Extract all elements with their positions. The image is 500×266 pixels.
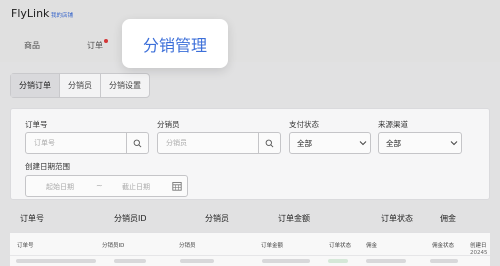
grid-header-commission-status: 佣金状态 — [432, 243, 455, 249]
brand-logo-text: FlyLink — [11, 7, 50, 20]
search-icon — [265, 139, 274, 147]
date-range-separator: ~ — [96, 181, 103, 190]
tab-distributors[interactable]: 分销员 — [60, 74, 101, 97]
redacted-order-amount — [262, 259, 310, 263]
column-header-distributor-id: 分销员ID — [114, 214, 147, 223]
my-store-link[interactable]: 我的店铺 — [51, 11, 73, 19]
tab-distribution-orders[interactable]: 分销订单 — [11, 74, 60, 97]
order-no-input[interactable]: 订单号 — [26, 138, 126, 148]
redacted-order-no — [16, 259, 96, 263]
redacted-commission-status — [430, 259, 458, 263]
distributor-label: 分销员 — [157, 120, 180, 129]
order-no-search-button[interactable] — [126, 133, 148, 153]
order-no-field: 订单号 — [25, 132, 149, 154]
distributor-field: 分销员 — [157, 132, 281, 154]
pay-status-label: 支付状态 — [289, 120, 319, 129]
grid-header-order-status: 订单状态 — [329, 243, 352, 249]
pay-status-select[interactable]: 全部 — [289, 132, 371, 154]
created-date-cell: 20245 — [470, 250, 488, 256]
calendar-icon — [172, 181, 182, 193]
sub-tabs: 分销订单 分销员 分销设置 — [10, 73, 150, 98]
order-no-label: 订单号 — [25, 120, 48, 129]
filter-panel: 订单号 订单号 分销员 分销员 支付状态 全部 来源渠道 全部 创建日期范围 起… — [10, 108, 490, 200]
nav-item-orders[interactable]: 订单 — [87, 40, 103, 51]
pay-status-value: 全部 — [297, 138, 312, 148]
grid-header-distributor-id: 分销员ID — [102, 243, 125, 249]
nav-item-products[interactable]: 商品 — [24, 40, 40, 51]
source-label: 来源渠道 — [378, 120, 408, 129]
distributor-search-button[interactable] — [258, 133, 280, 153]
date-range-label: 创建日期范围 — [25, 162, 70, 171]
column-header-distributor: 分销员 — [205, 214, 229, 223]
start-date-input[interactable]: 起始日期 — [46, 182, 74, 192]
orders-table: 订单号 分销员ID 分销员 订单金额 订单状态 佣金 佣金状态 创建日 2024… — [10, 232, 490, 266]
grid-header-created: 创建日 — [470, 243, 487, 249]
tab-distribution-settings[interactable]: 分销设置 — [101, 74, 149, 97]
redacted-distributor — [180, 259, 214, 263]
grid-header-order-amount: 订单金额 — [261, 243, 284, 249]
chevron-down-icon — [447, 140, 461, 146]
notification-dot — [104, 39, 108, 43]
column-header-order-no: 订单号 — [20, 214, 44, 223]
top-bar: FlyLink 我的店铺 商品 订单 — [0, 0, 500, 62]
date-range-picker[interactable]: 起始日期 ~ 截止日期 — [25, 175, 188, 197]
distribution-management-menu-item[interactable]: 分销管理 — [122, 19, 228, 68]
source-select[interactable]: 全部 — [378, 132, 462, 154]
grid-header-commission: 佣金 — [366, 243, 378, 249]
search-icon — [133, 139, 142, 147]
redacted-distributor-id — [114, 259, 146, 263]
end-date-input[interactable]: 截止日期 — [122, 182, 150, 192]
chevron-down-icon — [356, 140, 370, 146]
order-status-badge — [328, 259, 348, 263]
table-row[interactable]: 20245 — [10, 250, 490, 266]
grid-header-order-no: 订单号 — [17, 243, 34, 249]
column-header-order-amount: 订单金额 — [278, 214, 310, 223]
redacted-commission — [366, 259, 406, 263]
source-value: 全部 — [386, 138, 401, 148]
column-header-order-status: 订单状态 — [381, 214, 413, 223]
column-header-commission: 佣金 — [440, 214, 456, 223]
distributor-input[interactable]: 分销员 — [158, 138, 258, 148]
grid-header-distributor: 分销员 — [179, 243, 196, 249]
